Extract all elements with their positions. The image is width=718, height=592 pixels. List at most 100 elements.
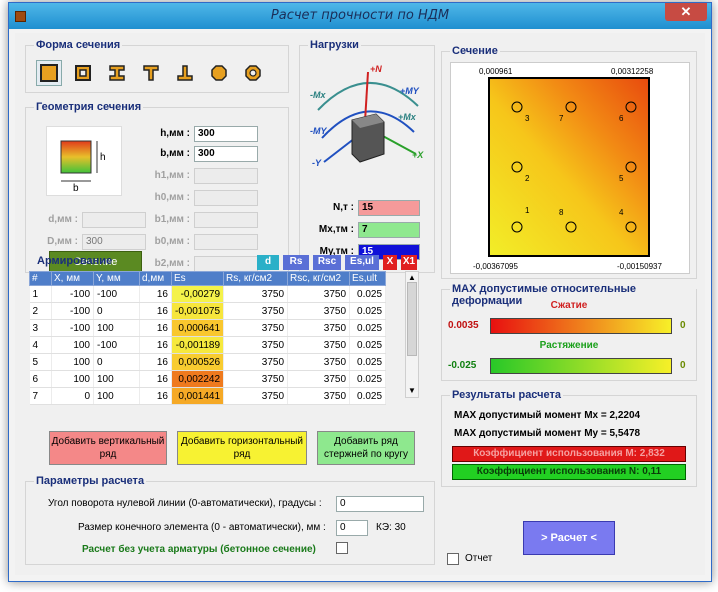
table-cell-es[interactable]: 0,001441: [171, 387, 225, 405]
table-cell-ult[interactable]: 0.025: [349, 319, 387, 337]
table-cell-rsc[interactable]: 3750: [287, 353, 351, 371]
table-cell-d[interactable]: 16: [139, 302, 172, 320]
tag-rsc-button[interactable]: Rsc: [313, 255, 341, 270]
mx-input[interactable]: 7: [358, 222, 420, 238]
col-esult-header[interactable]: Es,ult: [349, 271, 387, 286]
table-cell-n[interactable]: 3: [29, 319, 52, 337]
n-input[interactable]: 15: [358, 200, 420, 216]
table-cell-y[interactable]: 100: [93, 319, 140, 337]
calculate-button[interactable]: > Расчет <: [523, 521, 615, 555]
col-rsc-header[interactable]: Rsc, кг/см2: [287, 271, 351, 286]
table-cell-x[interactable]: -100: [51, 319, 94, 337]
table-cell-n[interactable]: 7: [29, 387, 52, 405]
table-cell-n[interactable]: 5: [29, 353, 52, 371]
table-cell-x[interactable]: 0: [51, 387, 94, 405]
table-cell-d[interactable]: 16: [139, 387, 172, 405]
table-cell-es[interactable]: 0,000526: [171, 353, 225, 371]
table-cell-n[interactable]: 2: [29, 302, 52, 320]
table-cell-n[interactable]: 4: [29, 336, 52, 354]
table-cell-d[interactable]: 16: [139, 353, 172, 371]
table-cell-rs[interactable]: 3750: [223, 302, 289, 320]
add-vertical-row-button[interactable]: Добавить вертикальный ряд: [49, 431, 167, 465]
col-num-header[interactable]: #: [29, 271, 52, 286]
col-y-header[interactable]: Y, мм: [93, 271, 140, 286]
table-cell-x[interactable]: -100: [51, 285, 94, 303]
table-cell-rs[interactable]: 3750: [223, 319, 289, 337]
add-circle-row-button[interactable]: Добавить ряд стержней по кругу: [317, 431, 415, 465]
table-cell-y[interactable]: 0: [93, 302, 140, 320]
table-cell-ult[interactable]: 0.025: [349, 353, 387, 371]
i-beam-icon[interactable]: [104, 60, 130, 86]
table-cell-d[interactable]: 16: [139, 319, 172, 337]
b0-input[interactable]: [194, 234, 258, 250]
table-cell-d[interactable]: 16: [139, 285, 172, 303]
table-cell-rs[interactable]: 3750: [223, 285, 289, 303]
table-cell-rsc[interactable]: 3750: [287, 302, 351, 320]
table-cell-x[interactable]: 100: [51, 370, 94, 388]
table-row[interactable]: 1 -100 -100 16 -0,00279 3750 3750 0.025: [29, 285, 387, 303]
table-row[interactable]: 4 100 -100 16 -0,001189 3750 3750 0.025: [29, 336, 387, 354]
table-cell-ult[interactable]: 0.025: [349, 370, 387, 388]
table-cell-es[interactable]: -0,00279: [171, 285, 225, 303]
h-input[interactable]: 300: [194, 126, 258, 142]
no-rebar-checkbox[interactable]: [336, 542, 348, 554]
table-cell-ult[interactable]: 0.025: [349, 387, 387, 405]
box-section-icon[interactable]: [70, 60, 96, 86]
table-cell-y[interactable]: -100: [93, 285, 140, 303]
close-button[interactable]: ✕: [665, 3, 707, 21]
tag-rs-button[interactable]: Rs: [283, 255, 309, 270]
tag-d-button[interactable]: d: [257, 255, 279, 270]
table-cell-y[interactable]: 100: [93, 370, 140, 388]
table-cell-es[interactable]: -0,001075: [171, 302, 225, 320]
table-scrollbar[interactable]: ▲ ▼: [405, 271, 419, 398]
b2-input[interactable]: [194, 256, 258, 272]
ring-icon[interactable]: [240, 60, 266, 86]
table-cell-n[interactable]: 6: [29, 370, 52, 388]
scroll-down-icon[interactable]: ▼: [407, 386, 417, 396]
table-row[interactable]: 3 -100 100 16 0,000641 3750 3750 0.025: [29, 319, 387, 337]
table-cell-rs[interactable]: 3750: [223, 353, 289, 371]
table-cell-es[interactable]: 0,002242: [171, 370, 225, 388]
table-cell-rs[interactable]: 3750: [223, 336, 289, 354]
table-row[interactable]: 5 100 0 16 0,000526 3750 3750 0.025: [29, 353, 387, 371]
table-cell-y[interactable]: 100: [93, 387, 140, 405]
table-cell-rsc[interactable]: 3750: [287, 336, 351, 354]
table-cell-x[interactable]: -100: [51, 302, 94, 320]
table-cell-rsc[interactable]: 3750: [287, 285, 351, 303]
angle-input[interactable]: 0: [336, 496, 424, 512]
table-cell-ult[interactable]: 0.025: [349, 285, 387, 303]
b-input[interactable]: 300: [194, 146, 258, 162]
report-checkbox[interactable]: [447, 553, 459, 565]
table-cell-es[interactable]: 0,000641: [171, 319, 225, 337]
col-d-header[interactable]: d,мм: [139, 271, 172, 286]
table-row[interactable]: 6 100 100 16 0,002242 3750 3750 0.025: [29, 370, 387, 388]
add-horizontal-row-button[interactable]: Добавить горизонтальный ряд: [177, 431, 307, 465]
circle-icon[interactable]: [206, 60, 232, 86]
tag-esul-button[interactable]: Es,ul: [345, 255, 379, 270]
table-cell-d[interactable]: 16: [139, 370, 172, 388]
table-cell-rsc[interactable]: 3750: [287, 370, 351, 388]
h1-input[interactable]: [194, 168, 258, 184]
table-cell-es[interactable]: -0,001189: [171, 336, 225, 354]
col-rs-header[interactable]: Rs, кг/см2: [223, 271, 289, 286]
t-section-icon[interactable]: [138, 60, 164, 86]
table-cell-x[interactable]: 100: [51, 336, 94, 354]
table-cell-rs[interactable]: 3750: [223, 387, 289, 405]
table-cell-d[interactable]: 16: [139, 336, 172, 354]
table-cell-n[interactable]: 1: [29, 285, 52, 303]
table-row[interactable]: 2 -100 0 16 -0,001075 3750 3750 0.025: [29, 302, 387, 320]
table-cell-rsc[interactable]: 3750: [287, 319, 351, 337]
scroll-thumb[interactable]: [407, 282, 417, 356]
tag-x-button[interactable]: X: [383, 255, 397, 270]
table-row[interactable]: 7 0 100 16 0,001441 3750 3750 0.025: [29, 387, 387, 405]
tag-x1-button[interactable]: X1: [401, 255, 417, 270]
table-cell-ult[interactable]: 0.025: [349, 336, 387, 354]
col-es-header[interactable]: Es: [170, 271, 225, 286]
h0-input[interactable]: [194, 190, 258, 206]
table-cell-y[interactable]: -100: [93, 336, 140, 354]
b1-input[interactable]: [194, 212, 258, 228]
table-cell-rs[interactable]: 3750: [223, 370, 289, 388]
rectangle-icon[interactable]: [36, 60, 62, 86]
inverted-t-icon[interactable]: [172, 60, 198, 86]
table-cell-x[interactable]: 100: [51, 353, 94, 371]
